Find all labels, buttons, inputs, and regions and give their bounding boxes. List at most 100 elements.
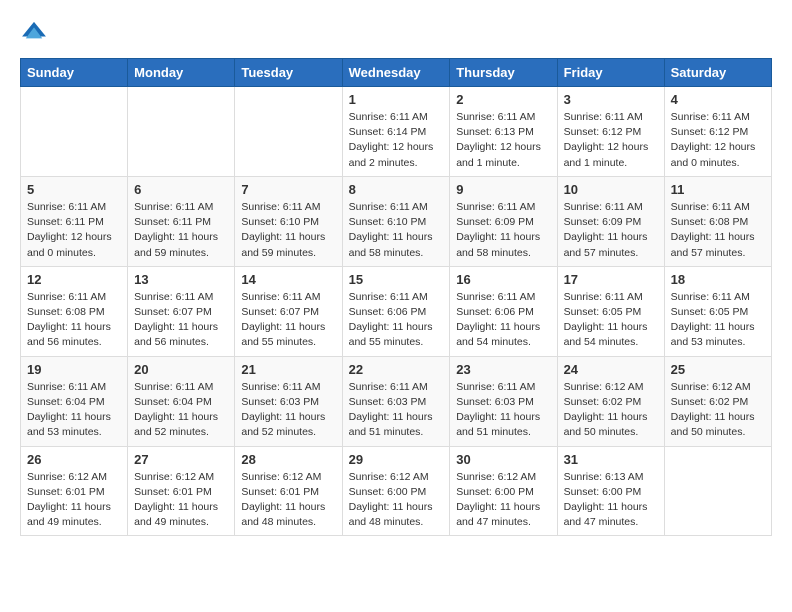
- calendar-cell: 29Sunrise: 6:12 AM Sunset: 6:00 PM Dayli…: [342, 446, 450, 536]
- day-info: Sunrise: 6:11 AM Sunset: 6:13 PM Dayligh…: [456, 110, 550, 171]
- day-info: Sunrise: 6:11 AM Sunset: 6:06 PM Dayligh…: [456, 290, 550, 351]
- day-info: Sunrise: 6:11 AM Sunset: 6:08 PM Dayligh…: [671, 200, 765, 261]
- day-number: 22: [349, 362, 444, 377]
- calendar-cell: 14 Sunrise: 6:11 AM Sunset: 6:07 PM Dayli…: [235, 266, 342, 356]
- calendar-cell: 26 Sunrise: 6:12 AM Sunset: 6:01 PM Dayli…: [21, 446, 128, 536]
- day-number: 23: [456, 362, 550, 377]
- day-number: 11: [671, 182, 765, 197]
- day-number: 20: [134, 362, 228, 377]
- day-info: Sunrise: 6:11 AM Sunset: 6:07 PM Dayligh…: [134, 290, 228, 351]
- day-info: Sunrise: 6:11 AM Sunset: 6:03 PM Dayligh…: [456, 380, 550, 441]
- day-number: 1: [349, 92, 444, 107]
- day-info: Sunrise: 6:11 AM Sunset: 6:11 PM Dayligh…: [134, 200, 228, 261]
- day-number: 13: [134, 272, 228, 287]
- day-info: Sunrise: 6:11 AM Sunset: 6:12 PM Dayligh…: [564, 110, 658, 171]
- calendar-cell: 13 Sunrise: 6:11 AM Sunset: 6:07 PM Dayli…: [128, 266, 235, 356]
- calendar-cell: 19 Sunrise: 6:11 AM Sunset: 6:04 PM Dayli…: [21, 356, 128, 446]
- day-number: 21: [241, 362, 335, 377]
- day-number: 25: [671, 362, 765, 377]
- day-info: Sunrise: 6:12 AM Sunset: 6:01 PM Dayligh…: [27, 470, 121, 531]
- day-info: Sunrise: 6:12 AM Sunset: 6:02 PM Dayligh…: [671, 380, 765, 441]
- day-number: 15: [349, 272, 444, 287]
- day-info: Sunrise: 6:11 AM Sunset: 6:09 PM Dayligh…: [564, 200, 658, 261]
- calendar-cell: 9 Sunrise: 6:11 AM Sunset: 6:09 PM Daylig…: [450, 176, 557, 266]
- calendar-week-1: 1 Sunrise: 6:11 AM Sunset: 6:14 PM Daylig…: [21, 87, 772, 177]
- calendar-cell: [21, 87, 128, 177]
- day-info: Sunrise: 6:11 AM Sunset: 6:10 PM Dayligh…: [349, 200, 444, 261]
- day-number: 6: [134, 182, 228, 197]
- day-number: 5: [27, 182, 121, 197]
- day-info: Sunrise: 6:11 AM Sunset: 6:04 PM Dayligh…: [27, 380, 121, 441]
- calendar-cell: 22 Sunrise: 6:11 AM Sunset: 6:03 PM Dayli…: [342, 356, 450, 446]
- day-number: 28: [241, 452, 335, 467]
- weekday-header-row: SundayMondayTuesdayWednesdayThursdayFrid…: [21, 59, 772, 87]
- day-number: 10: [564, 182, 658, 197]
- day-number: 14: [241, 272, 335, 287]
- calendar-cell: 4Sunrise: 6:11 AM Sunset: 6:12 PM Daylig…: [664, 87, 771, 177]
- calendar-cell: 21 Sunrise: 6:11 AM Sunset: 6:03 PM Dayli…: [235, 356, 342, 446]
- calendar-cell: 31Sunrise: 6:13 AM Sunset: 6:00 PM Dayli…: [557, 446, 664, 536]
- day-info: Sunrise: 6:11 AM Sunset: 6:09 PM Dayligh…: [456, 200, 550, 261]
- day-info: Sunrise: 6:12 AM Sunset: 6:02 PM Dayligh…: [564, 380, 658, 441]
- day-number: 8: [349, 182, 444, 197]
- logo-icon: [20, 20, 48, 42]
- calendar-cell: [128, 87, 235, 177]
- calendar-cell: 10 Sunrise: 6:11 AM Sunset: 6:09 PM Dayli…: [557, 176, 664, 266]
- day-info: Sunrise: 6:12 AM Sunset: 6:00 PM Dayligh…: [456, 470, 550, 531]
- day-number: 16: [456, 272, 550, 287]
- day-info: Sunrise: 6:11 AM Sunset: 6:14 PM Dayligh…: [349, 110, 444, 171]
- day-info: Sunrise: 6:11 AM Sunset: 6:05 PM Dayligh…: [564, 290, 658, 351]
- calendar-cell: 1 Sunrise: 6:11 AM Sunset: 6:14 PM Daylig…: [342, 87, 450, 177]
- day-number: 27: [134, 452, 228, 467]
- calendar-cell: 17 Sunrise: 6:11 AM Sunset: 6:05 PM Dayli…: [557, 266, 664, 356]
- calendar-cell: 24 Sunrise: 6:12 AM Sunset: 6:02 PM Dayli…: [557, 356, 664, 446]
- day-number: 4: [671, 92, 765, 107]
- weekday-header-saturday: Saturday: [664, 59, 771, 87]
- weekday-header-monday: Monday: [128, 59, 235, 87]
- calendar-cell: [664, 446, 771, 536]
- calendar-week-3: 12 Sunrise: 6:11 AM Sunset: 6:08 PM Dayli…: [21, 266, 772, 356]
- calendar-cell: 8 Sunrise: 6:11 AM Sunset: 6:10 PM Daylig…: [342, 176, 450, 266]
- day-info: Sunrise: 6:11 AM Sunset: 6:04 PM Dayligh…: [134, 380, 228, 441]
- day-number: 17: [564, 272, 658, 287]
- calendar-cell: 20 Sunrise: 6:11 AM Sunset: 6:04 PM Dayli…: [128, 356, 235, 446]
- calendar-cell: 12 Sunrise: 6:11 AM Sunset: 6:08 PM Dayli…: [21, 266, 128, 356]
- day-number: 24: [564, 362, 658, 377]
- weekday-header-tuesday: Tuesday: [235, 59, 342, 87]
- day-number: 26: [27, 452, 121, 467]
- day-number: 29: [349, 452, 444, 467]
- logo: [20, 20, 52, 42]
- day-info: Sunrise: 6:11 AM Sunset: 6:03 PM Dayligh…: [241, 380, 335, 441]
- day-number: 18: [671, 272, 765, 287]
- weekday-header-sunday: Sunday: [21, 59, 128, 87]
- calendar-cell: 11 Sunrise: 6:11 AM Sunset: 6:08 PM Dayli…: [664, 176, 771, 266]
- day-number: 7: [241, 182, 335, 197]
- calendar-cell: 28Sunrise: 6:12 AM Sunset: 6:01 PM Dayli…: [235, 446, 342, 536]
- calendar-cell: 6 Sunrise: 6:11 AM Sunset: 6:11 PM Daylig…: [128, 176, 235, 266]
- day-info: Sunrise: 6:12 AM Sunset: 6:01 PM Dayligh…: [134, 470, 228, 531]
- day-number: 31: [564, 452, 658, 467]
- day-info: Sunrise: 6:11 AM Sunset: 6:07 PM Dayligh…: [241, 290, 335, 351]
- calendar-cell: 30 Sunrise: 6:12 AM Sunset: 6:00 PM Dayli…: [450, 446, 557, 536]
- day-number: 9: [456, 182, 550, 197]
- day-info: Sunrise: 6:11 AM Sunset: 6:11 PM Dayligh…: [27, 200, 121, 261]
- day-info: Sunrise: 6:11 AM Sunset: 6:03 PM Dayligh…: [349, 380, 444, 441]
- day-number: 12: [27, 272, 121, 287]
- day-info: Sunrise: 6:11 AM Sunset: 6:06 PM Dayligh…: [349, 290, 444, 351]
- day-info: Sunrise: 6:11 AM Sunset: 6:05 PM Dayligh…: [671, 290, 765, 351]
- calendar-cell: 27 Sunrise: 6:12 AM Sunset: 6:01 PM Dayli…: [128, 446, 235, 536]
- calendar-week-4: 19 Sunrise: 6:11 AM Sunset: 6:04 PM Dayli…: [21, 356, 772, 446]
- calendar-table: SundayMondayTuesdayWednesdayThursdayFrid…: [20, 58, 772, 536]
- calendar-cell: 2 Sunrise: 6:11 AM Sunset: 6:13 PM Daylig…: [450, 87, 557, 177]
- calendar-cell: 16 Sunrise: 6:11 AM Sunset: 6:06 PM Dayli…: [450, 266, 557, 356]
- day-info: Sunrise: 6:11 AM Sunset: 6:08 PM Dayligh…: [27, 290, 121, 351]
- day-number: 19: [27, 362, 121, 377]
- calendar-cell: 25 Sunrise: 6:12 AM Sunset: 6:02 PM Dayli…: [664, 356, 771, 446]
- calendar-week-2: 5 Sunrise: 6:11 AM Sunset: 6:11 PM Daylig…: [21, 176, 772, 266]
- day-number: 30: [456, 452, 550, 467]
- day-number: 2: [456, 92, 550, 107]
- calendar-cell: 3Sunrise: 6:11 AM Sunset: 6:12 PM Daylig…: [557, 87, 664, 177]
- weekday-header-thursday: Thursday: [450, 59, 557, 87]
- calendar-cell: [235, 87, 342, 177]
- weekday-header-wednesday: Wednesday: [342, 59, 450, 87]
